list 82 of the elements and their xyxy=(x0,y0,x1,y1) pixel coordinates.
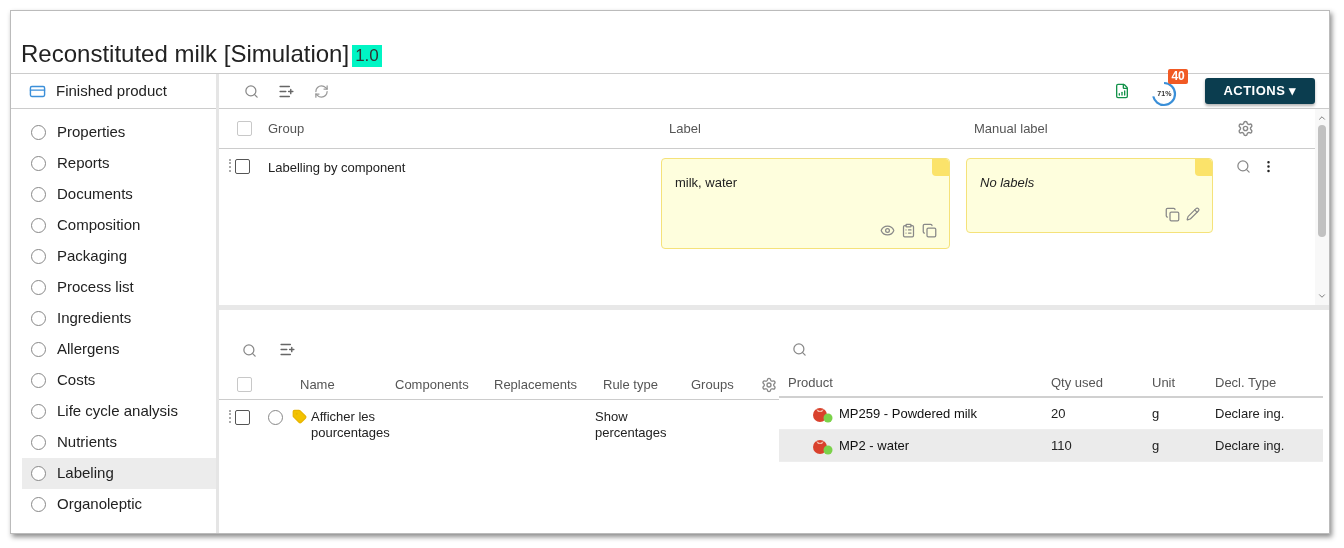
search-icon[interactable] xyxy=(244,83,259,99)
column-header: Group xyxy=(268,119,306,138)
copy-icon[interactable] xyxy=(922,223,937,238)
checkbox[interactable] xyxy=(235,159,250,174)
refresh-icon[interactable] xyxy=(314,83,329,99)
table-cell-text: 20 xyxy=(1051,404,1067,423)
table-cell: Afficher les pourcentages xyxy=(311,409,390,441)
table-cell-text: Declare ing. xyxy=(1215,404,1286,423)
sidebar-item[interactable]: Ingredients xyxy=(22,303,216,334)
radio-icon xyxy=(31,373,46,388)
spreadsheet-icon[interactable] xyxy=(1114,83,1131,99)
folded-corner-icon xyxy=(1195,159,1212,176)
radio-icon xyxy=(31,187,46,202)
table-row[interactable]: MP2 - water 110 g Declare ing. xyxy=(779,430,1323,462)
radio-button[interactable] xyxy=(268,410,283,425)
version-badge: 1.0 xyxy=(352,45,382,67)
radio-icon xyxy=(31,249,46,264)
sidebar-item[interactable]: Life cycle analysis xyxy=(22,396,216,427)
table-cell-text: Declare ing. xyxy=(1215,436,1286,455)
table-cell-text: g xyxy=(1152,436,1161,455)
column-header: Label xyxy=(669,119,702,138)
column-header: Replacements xyxy=(494,375,579,394)
manual-label-text: No labels xyxy=(980,174,1035,192)
column-header: Decl. Type xyxy=(1215,374,1278,393)
tag-icon xyxy=(292,409,307,424)
radio-icon xyxy=(31,342,46,357)
sidebar-item[interactable]: Composition xyxy=(22,210,216,241)
radio-icon xyxy=(31,218,46,233)
column-header: Unit xyxy=(1152,374,1177,393)
sidebar-item[interactable]: Process list xyxy=(22,272,216,303)
radio-icon xyxy=(31,497,46,512)
column-header: Product xyxy=(788,374,834,393)
radio-icon xyxy=(31,435,46,450)
folded-corner-icon xyxy=(932,159,949,176)
clipboard-icon[interactable] xyxy=(901,223,916,238)
sidebar-item[interactable]: Properties xyxy=(22,117,216,148)
sidebar-item[interactable]: Organoleptic xyxy=(22,489,216,520)
notification-badge: 40 xyxy=(1168,69,1188,84)
preview-icon[interactable] xyxy=(880,223,895,238)
sidebar-header[interactable]: Finished product xyxy=(56,79,167,103)
radio-icon xyxy=(31,280,46,295)
column-header: Rule type xyxy=(603,375,659,394)
column-header: Qty used xyxy=(1051,374,1105,393)
scroll-down-icon[interactable] xyxy=(1317,291,1327,301)
table-cell-text: Labelling by component xyxy=(267,159,407,177)
table-cell-text: 110 xyxy=(1051,436,1073,455)
table-cell-text: MP259 - Powdered milk xyxy=(839,404,977,423)
page-title: Reconstituted milk [Simulation] xyxy=(21,39,350,69)
copy-icon[interactable] xyxy=(1165,207,1180,222)
radio-icon xyxy=(31,311,46,326)
actions-button[interactable]: ACTIONS ▾ xyxy=(1205,78,1315,104)
radio-icon xyxy=(31,466,46,481)
drag-handle-icon[interactable] xyxy=(229,159,231,172)
checkbox[interactable] xyxy=(235,410,250,425)
column-header: Components xyxy=(395,375,470,394)
sidebar-item[interactable]: Allergens xyxy=(22,334,216,365)
sidebar-item[interactable]: Reports xyxy=(22,148,216,179)
sidebar-item[interactable]: Packaging xyxy=(22,241,216,272)
edit-icon[interactable] xyxy=(1186,207,1200,221)
drag-handle-icon[interactable] xyxy=(229,410,231,423)
radio-icon xyxy=(31,404,46,419)
sidebar-item[interactable]: Documents xyxy=(22,179,216,210)
column-header: Name xyxy=(300,375,336,394)
column-header: Manual label xyxy=(974,119,1049,138)
sidebar-item[interactable]: Nutrients xyxy=(22,427,216,458)
scrollbar[interactable] xyxy=(1315,109,1329,305)
table-cell-text: Show percentages xyxy=(595,409,668,441)
radio-icon xyxy=(31,156,46,171)
add-row-icon[interactable] xyxy=(279,341,296,358)
radio-icon xyxy=(31,125,46,140)
search-icon[interactable] xyxy=(1236,159,1251,174)
search-icon[interactable] xyxy=(242,343,257,358)
settings-icon[interactable] xyxy=(761,376,777,393)
scroll-up-icon[interactable] xyxy=(1317,113,1327,123)
table-cell-text: MP2 - water xyxy=(839,436,910,455)
search-icon[interactable] xyxy=(792,342,807,357)
sidebar-item[interactable]: Labeling xyxy=(22,458,216,489)
table-cell-text: g xyxy=(1152,404,1161,423)
settings-icon[interactable] xyxy=(1237,120,1254,137)
label-text: milk, water xyxy=(675,174,738,192)
column-header: Groups xyxy=(691,375,735,394)
sidebar-item[interactable]: Costs xyxy=(22,365,216,396)
